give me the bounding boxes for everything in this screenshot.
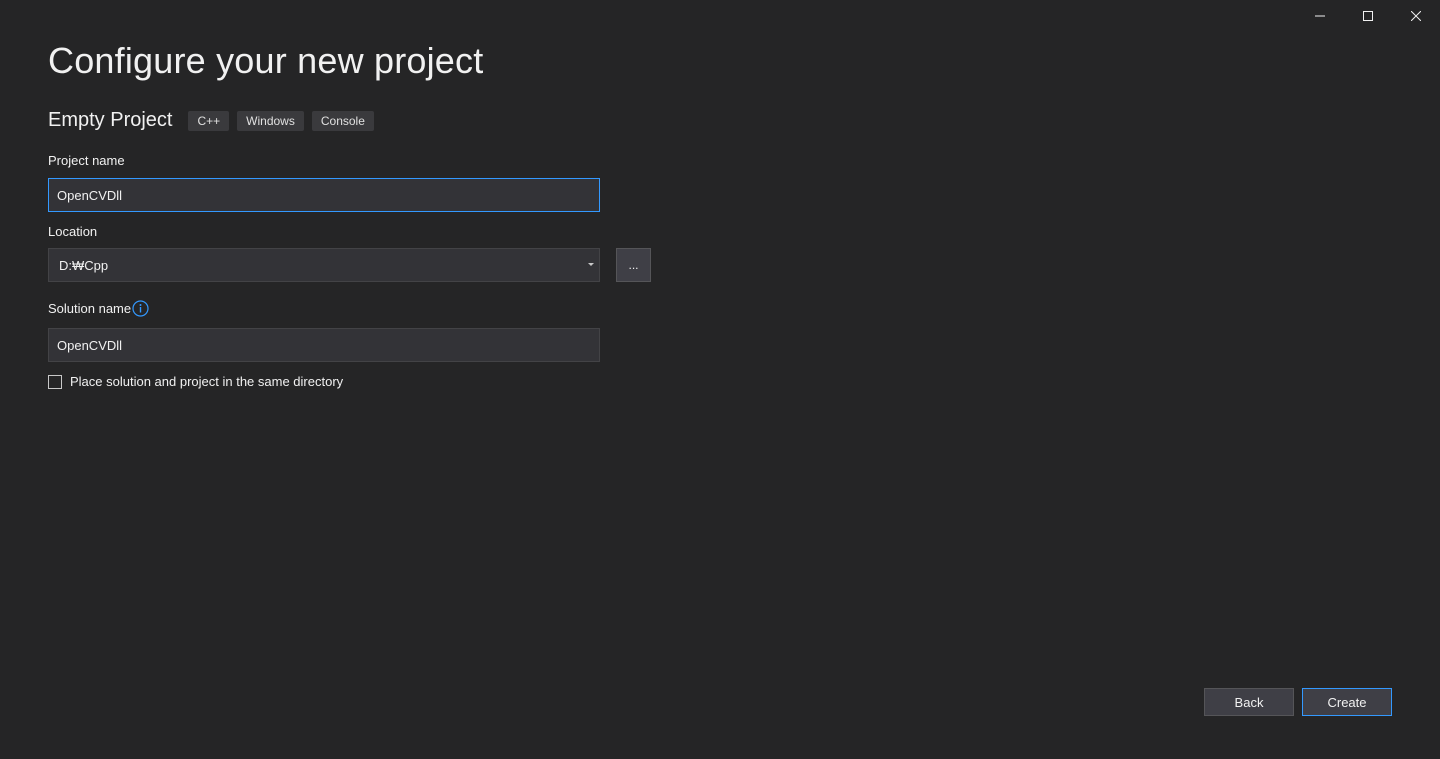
info-icon[interactable] <box>132 300 149 317</box>
window-controls <box>1296 0 1440 32</box>
create-button[interactable]: Create <box>1302 688 1392 716</box>
dropdown-arrow-icon[interactable] <box>583 249 599 281</box>
tag-project-type: Console <box>311 110 374 131</box>
minimize-icon <box>1315 15 1325 17</box>
maximize-icon <box>1363 11 1373 21</box>
page-title: Configure your new project <box>48 40 484 81</box>
tag-language: C++ <box>188 110 230 131</box>
template-summary: Empty Project C++ Windows Console <box>48 109 382 132</box>
back-button[interactable]: Back <box>1204 688 1294 716</box>
close-icon <box>1411 11 1421 21</box>
project-name-label: Project name <box>48 153 125 168</box>
location-label: Location <box>48 224 98 239</box>
same-directory-option[interactable]: Place solution and project in the same d… <box>48 374 343 389</box>
browse-location-button[interactable]: ... <box>616 248 651 282</box>
same-directory-label: Place solution and project in the same d… <box>70 374 344 389</box>
configure-project-window: Configure your new project Empty Project… <box>0 0 1440 759</box>
solution-name-label: Solution name <box>48 301 132 316</box>
tag-platform: Windows <box>237 110 304 131</box>
same-directory-checkbox[interactable] <box>48 374 62 389</box>
solution-name-input[interactable] <box>48 328 600 362</box>
location-value: D:₩Cpp <box>59 257 109 273</box>
location-combobox[interactable]: D:₩Cpp <box>48 248 600 282</box>
template-name: Empty Project <box>48 109 173 131</box>
close-button[interactable] <box>1392 0 1440 32</box>
maximize-button[interactable] <box>1344 0 1392 32</box>
minimize-button[interactable] <box>1296 0 1344 32</box>
project-name-input[interactable] <box>48 178 600 212</box>
